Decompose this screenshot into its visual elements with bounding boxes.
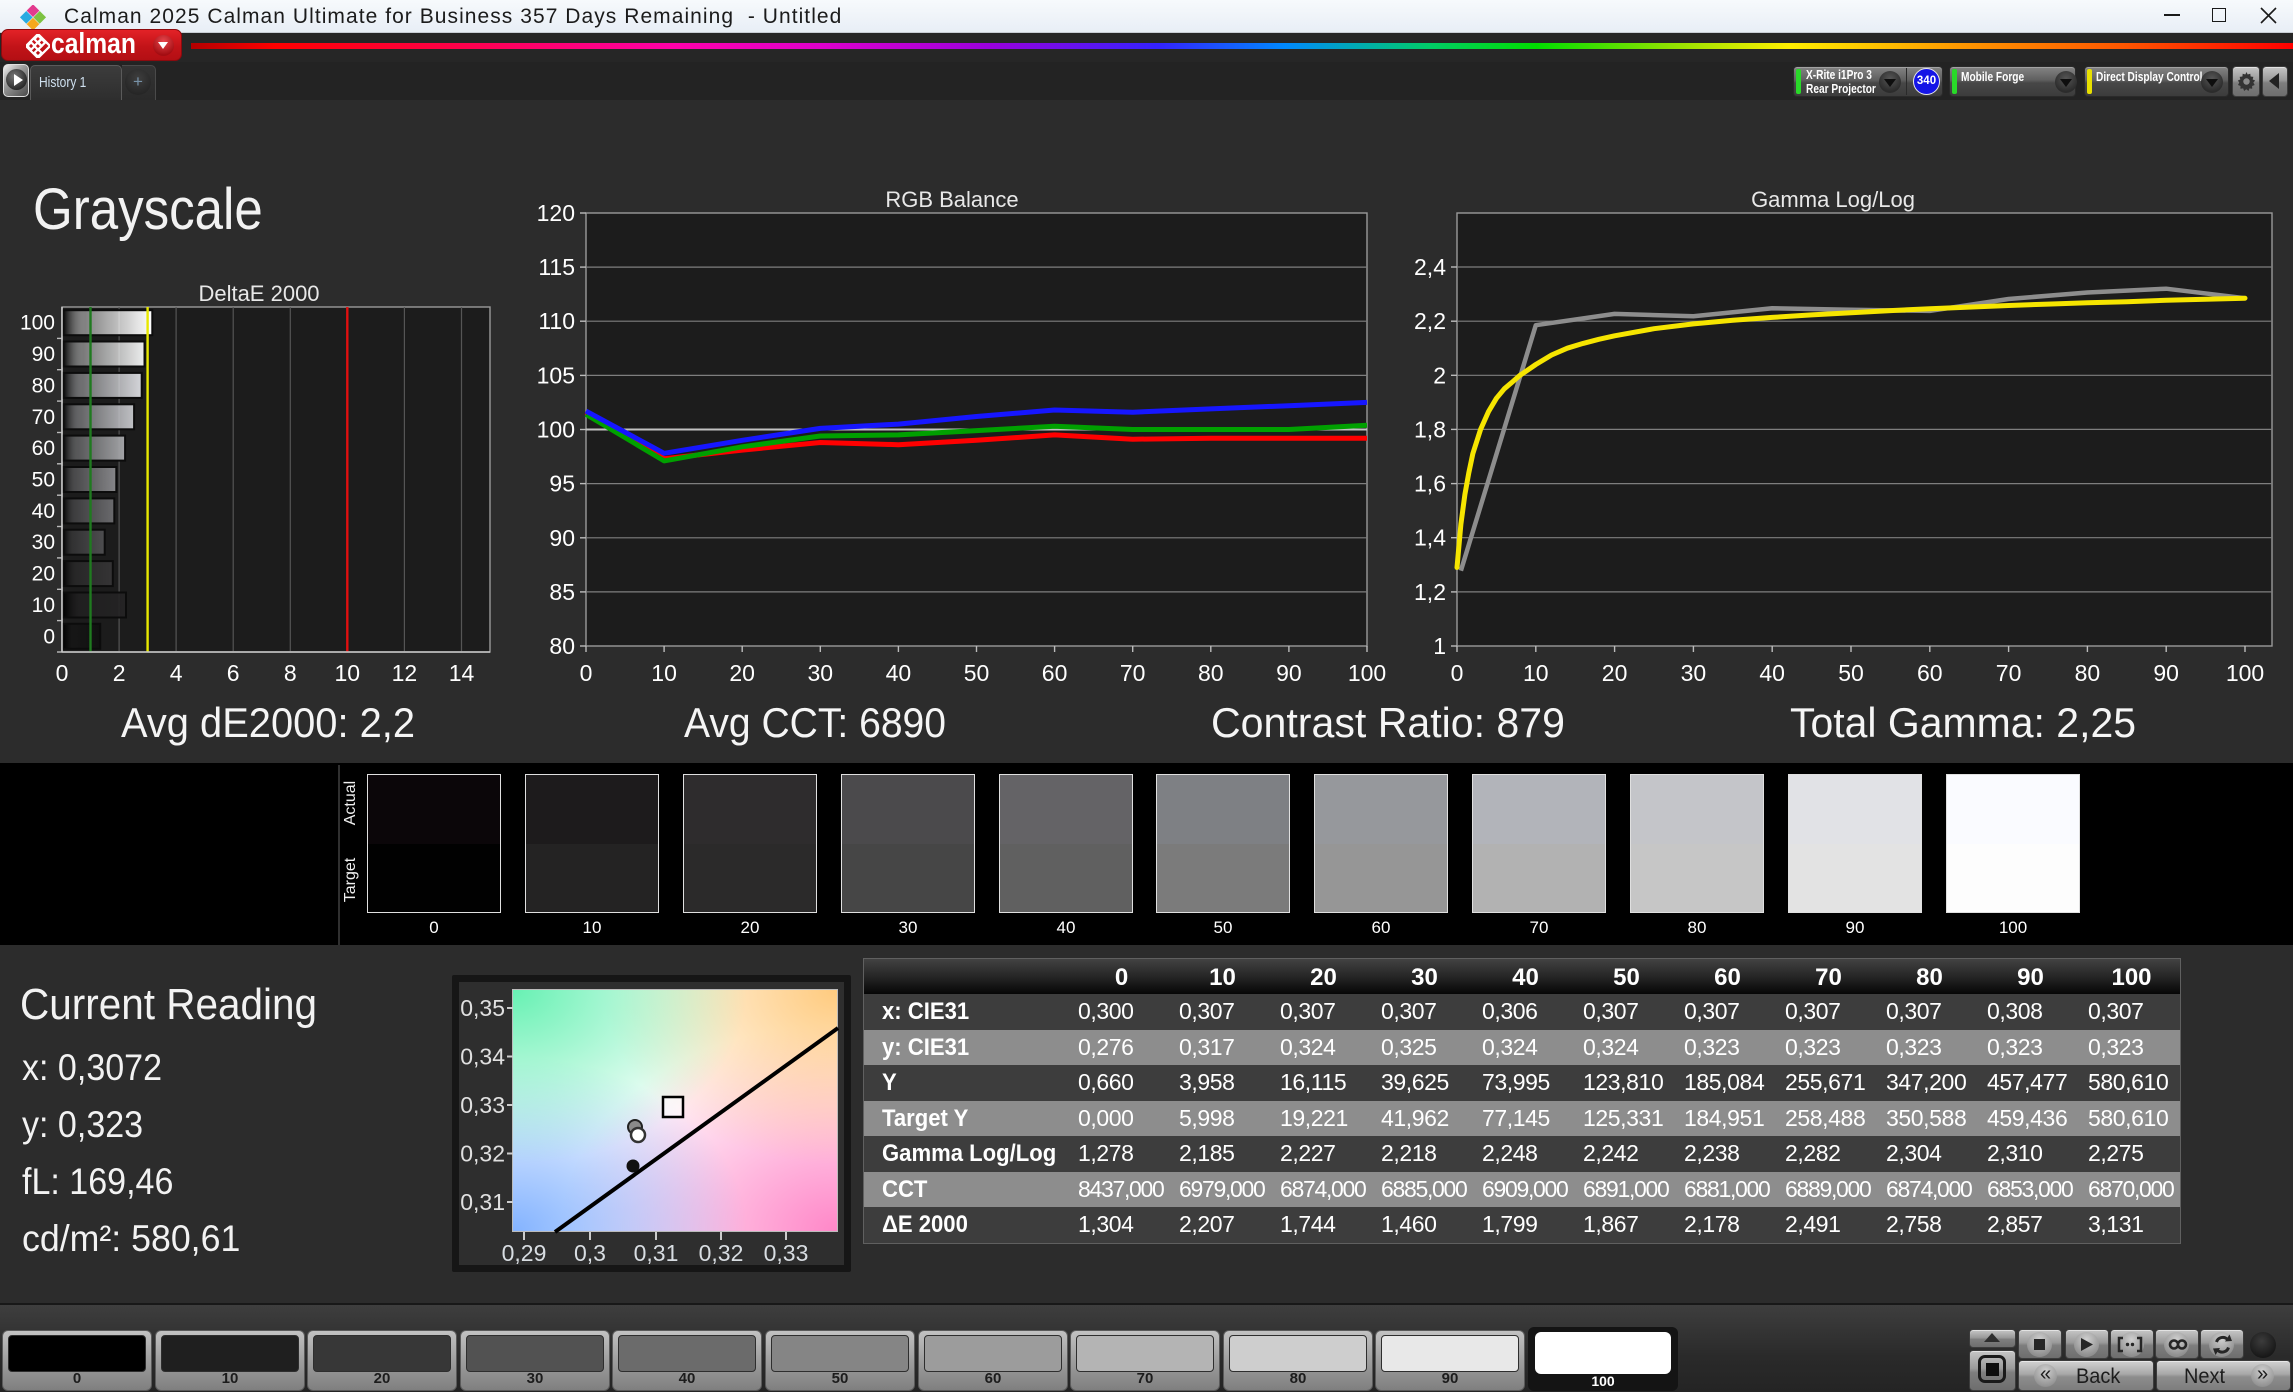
- svg-text:60: 60: [1917, 660, 1943, 686]
- svg-text:0: 0: [43, 625, 55, 648]
- svg-text:2: 2: [1433, 362, 1446, 388]
- svg-text:Total Gamma: 2,25: Total Gamma: 2,25: [1790, 699, 2136, 746]
- svg-text:90: 90: [549, 525, 575, 551]
- svg-text:80: 80: [32, 374, 55, 397]
- svg-text:0: 0: [1451, 660, 1464, 686]
- svg-text:0,33: 0,33: [460, 1092, 505, 1118]
- svg-text:70: 70: [1996, 660, 2022, 686]
- svg-text:30: 30: [808, 660, 834, 686]
- svg-text:1,6: 1,6: [1414, 471, 1446, 497]
- svg-text:100: 100: [1348, 660, 1386, 686]
- svg-text:0,32: 0,32: [460, 1141, 505, 1167]
- svg-text:70: 70: [1120, 660, 1146, 686]
- svg-text:0: 0: [580, 660, 593, 686]
- svg-text:80: 80: [549, 633, 575, 659]
- svg-text:Avg CCT: 6890: Avg CCT: 6890: [684, 699, 946, 746]
- svg-text:0,34: 0,34: [460, 1044, 505, 1070]
- svg-text:90: 90: [1276, 660, 1302, 686]
- svg-text:Contrast Ratio: 879: Contrast Ratio: 879: [1211, 699, 1565, 746]
- svg-text:2,2: 2,2: [1414, 308, 1446, 334]
- svg-text:40: 40: [886, 660, 912, 686]
- svg-text:120: 120: [537, 200, 575, 226]
- svg-text:40: 40: [1759, 660, 1785, 686]
- svg-text:4: 4: [170, 660, 183, 686]
- svg-text:95: 95: [549, 471, 575, 497]
- svg-text:Gamma Log/Log: Gamma Log/Log: [1751, 187, 1915, 212]
- svg-text:20: 20: [32, 563, 55, 586]
- svg-text:10: 10: [651, 660, 677, 686]
- svg-text:30: 30: [1681, 660, 1707, 686]
- svg-text:10: 10: [32, 594, 55, 617]
- svg-text:8: 8: [284, 660, 297, 686]
- svg-text:2,4: 2,4: [1414, 254, 1446, 280]
- svg-text:100: 100: [537, 417, 575, 443]
- svg-text:6: 6: [227, 660, 240, 686]
- svg-text:0: 0: [56, 660, 69, 686]
- svg-text:60: 60: [1042, 660, 1068, 686]
- svg-text:RGB Balance: RGB Balance: [885, 187, 1018, 212]
- svg-text:40: 40: [32, 500, 55, 523]
- svg-text:105: 105: [537, 362, 575, 388]
- svg-text:80: 80: [1198, 660, 1224, 686]
- svg-text:0,3: 0,3: [574, 1240, 606, 1266]
- svg-text:50: 50: [964, 660, 990, 686]
- svg-text:12: 12: [392, 660, 418, 686]
- svg-text:1,8: 1,8: [1414, 416, 1446, 442]
- svg-text:1,4: 1,4: [1414, 525, 1446, 551]
- svg-text:1,2: 1,2: [1414, 579, 1446, 605]
- svg-text:70: 70: [32, 406, 55, 429]
- svg-text:0,33: 0,33: [764, 1240, 809, 1266]
- svg-text:1: 1: [1433, 633, 1446, 659]
- svg-text:50: 50: [32, 469, 55, 492]
- svg-text:20: 20: [729, 660, 755, 686]
- svg-text:100: 100: [20, 312, 55, 335]
- svg-text:10: 10: [335, 660, 361, 686]
- svg-text:85: 85: [549, 579, 575, 605]
- svg-text:DeltaE 2000: DeltaE 2000: [198, 281, 319, 306]
- svg-text:30: 30: [32, 531, 55, 554]
- svg-text:0,35: 0,35: [460, 995, 505, 1021]
- svg-text:20: 20: [1602, 660, 1628, 686]
- svg-text:110: 110: [538, 308, 575, 334]
- svg-text:50: 50: [1838, 660, 1864, 686]
- svg-text:90: 90: [2153, 660, 2179, 686]
- svg-text:2: 2: [113, 660, 126, 686]
- svg-text:100: 100: [2226, 660, 2264, 686]
- svg-text:60: 60: [32, 437, 55, 460]
- svg-text:0,32: 0,32: [699, 1240, 744, 1266]
- svg-text:14: 14: [449, 660, 475, 686]
- svg-text:80: 80: [2075, 660, 2101, 686]
- svg-text:10: 10: [1523, 660, 1549, 686]
- svg-text:0,31: 0,31: [460, 1189, 505, 1215]
- svg-text:115: 115: [538, 254, 575, 280]
- svg-text:90: 90: [32, 343, 55, 366]
- svg-text:Avg dE2000: 2,2: Avg dE2000: 2,2: [121, 699, 415, 746]
- svg-text:0,31: 0,31: [634, 1240, 679, 1266]
- svg-text:0,29: 0,29: [502, 1240, 547, 1266]
